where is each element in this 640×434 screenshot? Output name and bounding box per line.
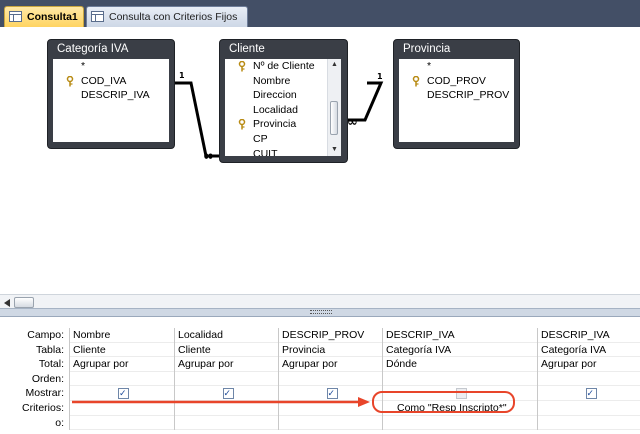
show-checkbox[interactable] — [326, 386, 338, 400]
relation-many-label: ∞ — [203, 149, 214, 164]
tab-consulta-criterios-fijos[interactable]: Consulta con Criterios Fijos — [86, 6, 248, 27]
show-checkbox[interactable] — [118, 386, 129, 400]
field-localidad[interactable]: Localidad — [225, 103, 328, 118]
scroll-left-arrow-icon[interactable] — [4, 299, 10, 307]
field-cod-iva[interactable]: COD_IVA — [53, 74, 169, 89]
field-list-categoria-iva[interactable]: Categoría IVA * COD_IVA DESCRIP_IVA — [47, 39, 175, 149]
cell-mostrar — [70, 386, 174, 401]
cell-total[interactable]: Dónde — [383, 357, 537, 372]
document-tab-bar: Consulta1 Consulta con Criterios Fijos — [0, 0, 640, 27]
field-list-title[interactable]: Cliente — [220, 40, 347, 58]
query-icon — [9, 11, 22, 22]
cell-o[interactable] — [70, 416, 174, 431]
field-cod-prov[interactable]: COD_PROV — [399, 74, 514, 89]
cell-campo[interactable]: Localidad — [175, 328, 278, 343]
show-checkbox[interactable] — [585, 386, 597, 400]
cell-tabla[interactable]: Cliente — [175, 343, 278, 358]
row-label-mostrar: Mostrar: — [25, 387, 64, 400]
scroll-up-arrow-icon[interactable]: ▲ — [328, 59, 341, 71]
row-label-total: Total: — [38, 358, 64, 371]
field-descrip-iva[interactable]: DESCRIP_IVA — [53, 88, 169, 103]
field-list-title[interactable]: Categoría IVA — [48, 40, 174, 58]
cell-orden[interactable] — [70, 372, 174, 387]
grid-column[interactable]: Nombre Cliente Agrupar por — [69, 328, 174, 431]
cell-campo[interactable]: DESCRIP_PROV — [279, 328, 382, 343]
row-label-orden: Orden: — [31, 372, 64, 385]
field-list-provincia[interactable]: Provincia * COD_PROV DESCRIP_PROV — [393, 39, 520, 149]
cell-orden[interactable] — [175, 372, 278, 387]
field-provincia[interactable]: Provincia — [225, 117, 328, 132]
field-descrip-prov[interactable]: DESCRIP_PROV — [399, 88, 514, 103]
primary-key-icon — [238, 119, 246, 130]
cell-tabla[interactable]: Categoría IVA — [383, 343, 537, 358]
relation-many-label: ∞ — [347, 115, 358, 130]
cell-o[interactable] — [383, 416, 537, 431]
primary-key-icon — [66, 75, 74, 87]
field-list-cliente[interactable]: Cliente Nº de Cliente Nombre Direccion L… — [219, 39, 348, 163]
show-checkbox[interactable] — [222, 386, 234, 400]
cell-campo[interactable]: DESCRIP_IVA — [538, 328, 640, 343]
grid-column[interactable]: DESCRIP_IVA Categoría IVA Dónde Como "Re… — [382, 328, 537, 431]
scroll-down-arrow-icon[interactable]: ▼ — [328, 144, 341, 156]
field-list-title[interactable]: Provincia — [394, 40, 519, 58]
cell-total[interactable]: Agrupar por — [70, 357, 174, 372]
row-label-o: o: — [55, 416, 64, 429]
cell-criterios[interactable] — [538, 401, 640, 416]
criteria-highlight — [372, 391, 515, 413]
field-direccion[interactable]: Direccion — [225, 88, 328, 103]
cell-criterios[interactable] — [175, 401, 278, 416]
scroll-thumb[interactable] — [330, 101, 338, 135]
grid-column[interactable]: DESCRIP_PROV Provincia Agrupar por — [278, 328, 382, 431]
field-cuit[interactable]: CUIT — [225, 147, 328, 156]
cell-o[interactable] — [279, 416, 382, 431]
cell-mostrar — [279, 386, 382, 401]
relation-one-label: 1 — [179, 71, 185, 80]
primary-key-icon — [412, 75, 420, 87]
row-label-tabla: Tabla: — [35, 343, 64, 356]
field-nombre[interactable]: Nombre — [225, 74, 328, 89]
scroll-thumb[interactable] — [14, 297, 34, 308]
field-cp[interactable]: CP — [225, 132, 328, 147]
tab-label: Consulta1 — [27, 11, 78, 23]
cell-campo[interactable]: DESCRIP_IVA — [383, 328, 537, 343]
cell-tabla[interactable]: Categoría IVA — [538, 343, 640, 358]
field-nro-cliente[interactable]: Nº de Cliente — [225, 59, 328, 74]
primary-key-icon — [238, 61, 246, 72]
relation-one-label: 1 — [377, 72, 383, 81]
tab-label: Consulta con Criterios Fijos — [109, 11, 238, 23]
cell-total[interactable]: Agrupar por — [279, 357, 382, 372]
cell-tabla[interactable]: Cliente — [70, 343, 174, 358]
query-design-pane: 1 ∞ 1 ∞ Categoría IVA * COD_IVA DESCRIP_… — [0, 27, 640, 311]
cell-tabla[interactable]: Provincia — [279, 343, 382, 358]
tab-consulta1[interactable]: Consulta1 — [4, 6, 84, 27]
row-label-criterios: Criterios: — [21, 401, 64, 414]
field-all[interactable]: * — [399, 59, 514, 74]
query-design-grid: Campo: Tabla: Total: Orden: Mostrar: Cri… — [0, 316, 640, 434]
cell-o[interactable] — [538, 416, 640, 431]
grid-row-labels: Campo: Tabla: Total: Orden: Mostrar: Cri… — [0, 328, 67, 430]
cell-orden[interactable] — [279, 372, 382, 387]
cell-orden[interactable] — [538, 372, 640, 387]
cell-campo[interactable]: Nombre — [70, 328, 174, 343]
cell-mostrar — [175, 386, 278, 401]
field-list-scrollbar[interactable]: ▲ ▼ — [327, 59, 341, 156]
cell-total[interactable]: Agrupar por — [538, 357, 640, 372]
field-all[interactable]: * — [53, 59, 169, 74]
cell-criterios[interactable] — [279, 401, 382, 416]
cell-mostrar — [538, 386, 640, 401]
cell-orden[interactable] — [383, 372, 537, 387]
query-icon — [91, 11, 104, 22]
cell-total[interactable]: Agrupar por — [175, 357, 278, 372]
grid-column[interactable]: DESCRIP_IVA Categoría IVA Agrupar por — [537, 328, 640, 431]
row-label-campo: Campo: — [27, 329, 64, 341]
grid-column[interactable]: Localidad Cliente Agrupar por — [174, 328, 278, 431]
cell-criterios[interactable] — [70, 401, 174, 416]
cell-o[interactable] — [175, 416, 278, 431]
